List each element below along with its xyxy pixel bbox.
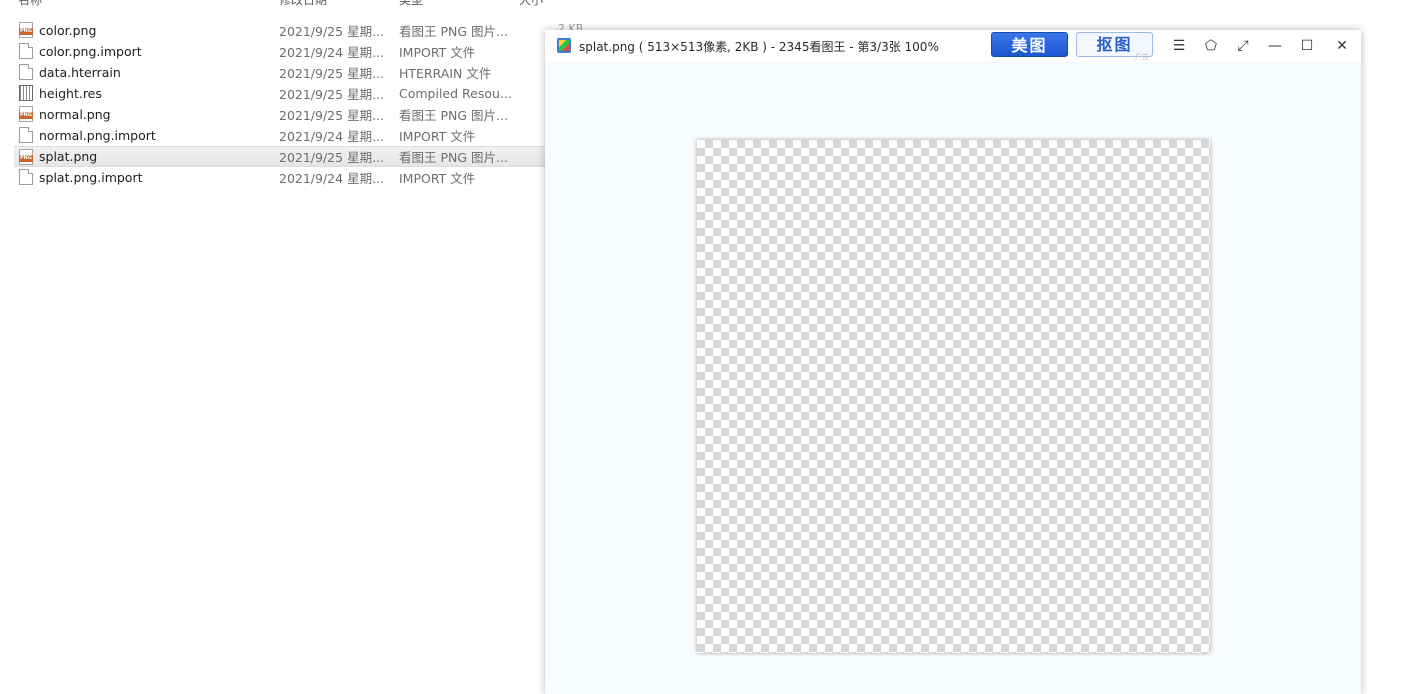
file-type: 看图王 PNG 图片...: [399, 150, 508, 165]
file-date: 2021/9/25 星期...: [279, 107, 384, 123]
file-name: splat.png: [39, 149, 98, 164]
file-date: 2021/9/24 星期...: [279, 128, 384, 144]
viewer-title: splat.png ( 513×513像素, 2KB ) - 2345看图王 -…: [579, 40, 939, 54]
file-type: IMPORT 文件: [399, 44, 476, 60]
file-row[interactable]: normal.png 2021/9/25 星期... 看图王 PNG 图片...: [14, 104, 545, 124]
image-viewer-window: splat.png ( 513×513像素, 2KB ) - 2345看图王 -…: [545, 30, 1361, 694]
file-date: 2021/9/25 星期...: [279, 86, 384, 102]
png-file-icon: [19, 106, 33, 122]
file-name: data.hterrain: [39, 64, 121, 80]
file-date: 2021/9/24 星期...: [279, 170, 384, 186]
file-date: 2021/9/24 星期...: [279, 44, 384, 60]
file-name: color.png: [39, 22, 97, 38]
file-row[interactable]: data.hterrain 2021/9/25 星期... HTERRAIN 文…: [14, 62, 545, 82]
file-type: 看图王 PNG 图片...: [399, 23, 508, 39]
minimize-icon[interactable]: —: [1264, 36, 1286, 56]
column-date-header[interactable]: 修改日期: [279, 0, 327, 8]
file-type: HTERRAIN 文件: [399, 65, 492, 81]
file-row[interactable]: height.res 2021/9/25 星期... Compiled Reso…: [14, 83, 545, 103]
file-name: normal.png.import: [39, 127, 156, 143]
file-row[interactable]: color.png 2021/9/25 星期... 看图王 PNG 图片...: [14, 20, 545, 40]
menu-icon[interactable]: ☰: [1168, 36, 1190, 56]
maximize-icon[interactable]: ☐: [1296, 36, 1318, 56]
file-type: IMPORT 文件: [399, 128, 476, 144]
file-row[interactable]: normal.png.import 2021/9/24 星期... IMPORT…: [14, 125, 545, 145]
column-type-header[interactable]: 类型: [399, 0, 423, 8]
file-type: IMPORT 文件: [399, 170, 476, 186]
file-row[interactable]: splat.png.import 2021/9/24 星期... IMPORT …: [14, 167, 545, 187]
file-name: height.res: [39, 85, 102, 101]
file-name: normal.png: [39, 106, 111, 122]
file-date: 2021/9/25 星期...: [279, 65, 384, 81]
file-name: splat.png.import: [39, 169, 143, 185]
png-file-icon: [19, 22, 33, 38]
blank-file-icon: [19, 169, 33, 185]
column-header: 名称 修改日期 类型 大小: [0, 0, 600, 8]
column-size-header[interactable]: 大小: [519, 0, 543, 8]
viewer-titlebar[interactable]: splat.png ( 513×513像素, 2KB ) - 2345看图王 -…: [545, 30, 1361, 62]
file-name: color.png.import: [39, 43, 142, 59]
transparent-image-preview[interactable]: [697, 140, 1210, 653]
png-file-icon: [19, 149, 33, 165]
fullscreen-icon[interactable]: ⤢: [1232, 36, 1254, 56]
file-type: 看图王 PNG 图片...: [399, 107, 508, 123]
resource-file-icon: [19, 85, 33, 101]
blank-file-icon: [19, 64, 33, 80]
blank-file-icon: [19, 43, 33, 59]
ad-label: 广告: [1135, 53, 1149, 61]
file-row-selected[interactable]: splat.png 2021/9/25 星期... 看图王 PNG 图片...: [14, 146, 545, 167]
file-date: 2021/9/25 星期...: [279, 23, 384, 39]
meitu-button[interactable]: 美图: [991, 32, 1068, 57]
close-icon[interactable]: ✕: [1331, 36, 1353, 56]
file-row[interactable]: color.png.import 2021/9/24 星期... IMPORT …: [14, 41, 545, 61]
column-name-header[interactable]: 名称: [18, 0, 42, 8]
file-type: Compiled Resou...: [399, 85, 512, 101]
file-date: 2021/9/25 星期...: [279, 150, 384, 165]
skin-icon[interactable]: ⬠: [1200, 36, 1222, 56]
blank-file-icon: [19, 127, 33, 143]
viewer-app-icon: [557, 38, 571, 53]
